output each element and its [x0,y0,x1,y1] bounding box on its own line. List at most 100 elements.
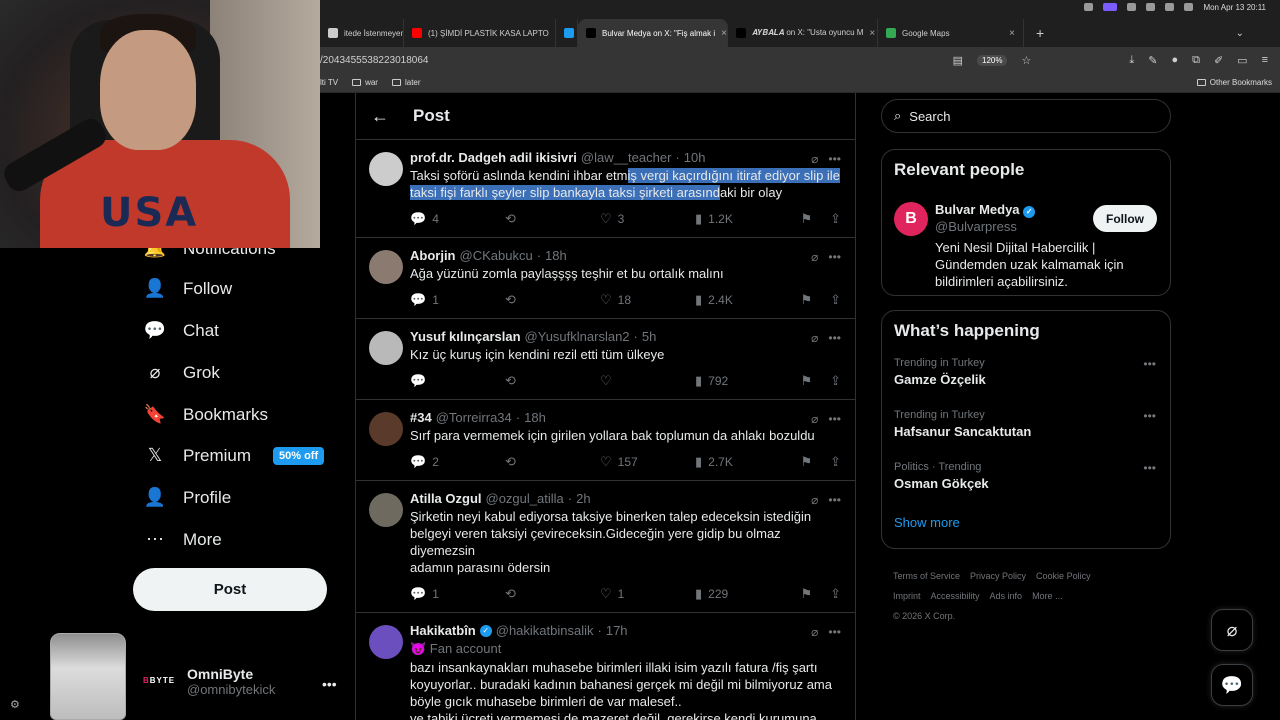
nav-premium[interactable]: 𝕏 Premium 50% off [143,445,325,466]
repost-button[interactable]: ⟲ [505,373,600,389]
reply-button[interactable]: 💬 [410,373,505,389]
avatar[interactable] [369,331,403,365]
tweet[interactable]: Atilla Ozgul @ozgul_atilla · 2h ⌀ ••• Şirketin… [356,481,855,613]
grok-icon[interactable]: ⌀ [811,250,818,264]
views-button[interactable]: ▮ 1.2K [695,211,790,227]
trend-more-icon[interactable]: ••• [1143,461,1156,475]
grok-icon[interactable]: ⌀ [811,412,818,426]
zoom-level[interactable]: 120% [977,54,1008,66]
trend-item[interactable]: Trending in Turkey Hafsanur Sancaktutan ••… [894,403,1158,455]
extension-b-icon[interactable]: ● [1171,54,1178,66]
repost-button[interactable]: ⟲ [505,586,600,602]
menubar-clock[interactable]: Mon Apr 13 20:11 [1203,3,1266,12]
relevant-handle[interactable]: @Bulvarpress [935,219,1017,234]
note-icon[interactable]: ▭ [1237,54,1247,67]
tweet[interactable]: #34 @Torreirra34 · 18h ⌀ ••• Sırf para vermeme… [356,400,855,481]
tweet-handle[interactable]: @hakikatbinsalik [496,623,594,638]
tweet-author[interactable]: prof.dr. Dadgeh adil ikisivri [410,150,577,165]
tweet-author[interactable]: Atilla Ozgul [410,491,482,506]
tweet-handle[interactable]: @ozgul_atilla [486,491,564,506]
nav-more[interactable]: ⋯ More [143,529,222,550]
menu-icon[interactable]: ≡ [1262,54,1268,66]
extensions-icon[interactable]: ⧉ [1192,54,1200,67]
volume-icon[interactable] [1146,3,1156,11]
bulvar-avatar[interactable]: B [894,202,928,236]
browser-tab[interactable]: tw [556,19,578,47]
wrench-icon[interactable]: ✎ [1148,54,1157,67]
trend-item[interactable]: Trending in Turkey Gamze Özçelik ••• [894,351,1158,403]
url-field[interactable]: /2043455538223018064 [320,55,953,66]
show-more-link[interactable]: Show more [894,515,1158,530]
bookmark-icon[interactable]: ⚑ [800,211,812,227]
more-icon[interactable]: ••• [828,625,841,639]
tweet-handle[interactable]: @Yusufklnarslan2 [525,329,630,344]
views-button[interactable]: ▮ 792 [695,373,790,389]
tweet[interactable]: Hakikatbîn ✓ @hakikatbinsalik · 17h ⌀ ••• 😈 Fan… [356,613,855,720]
like-button[interactable]: ♡ [600,373,695,389]
post-button[interactable]: Post [133,568,327,611]
like-button[interactable]: ♡ 3 [600,211,695,227]
avatar[interactable] [369,412,403,446]
grok-fab-icon[interactable]: ⌀ [1211,609,1253,651]
bookmark-item[interactable]: lti TV [320,78,338,87]
footer-link[interactable]: Imprint [893,591,921,601]
tweet-author[interactable]: Aborjin [410,248,456,263]
trend-more-icon[interactable]: ••• [1143,409,1156,423]
bookmark-icon[interactable]: ⚑ [800,373,812,389]
back-arrow-icon[interactable]: ← [371,106,389,127]
repost-button[interactable]: ⟲ [505,454,600,470]
bookmark-item[interactable]: later [391,78,421,87]
tweet[interactable]: Yusuf kılınçarslan @Yusufklnarslan2 · 5h ⌀ ••… [356,319,855,400]
new-tab-icon[interactable]: + [1024,25,1056,47]
bookmark-icon[interactable]: ⚑ [800,454,812,470]
tweet[interactable]: prof.dr. Dadgeh adil ikisivri @law__teach… [356,140,855,238]
tab-close-icon[interactable]: × [721,28,727,39]
wifi-icon[interactable] [1165,3,1175,11]
repost-button[interactable]: ⟲ [505,292,600,308]
share-icon[interactable]: ⇪ [830,211,841,227]
footer-link[interactable]: More ... [1032,591,1063,601]
account-switcher[interactable]: BBYTE OmniByte @omnibytekick [143,666,275,697]
nav-chat[interactable]: 💬 Chat [143,320,219,341]
footer-link[interactable]: Privacy Policy [970,571,1026,581]
nav-profile[interactable]: 👤 Profile [143,487,231,508]
nav-grok[interactable]: ⌀ Grok [143,362,220,383]
bookmark-item[interactable]: war [352,78,378,87]
gear-icon[interactable]: ⚙ [10,698,20,711]
tab-list-chevron-icon[interactable]: ⌄ [1200,28,1280,47]
more-icon[interactable]: ••• [828,331,841,345]
reply-button[interactable]: 💬 1 [410,586,505,602]
more-icon[interactable]: ••• [828,412,841,426]
more-icon[interactable]: ••• [828,152,841,166]
pen-icon[interactable]: ✐ [1214,54,1223,67]
reader-icon[interactable]: ▤ [953,54,963,67]
bookmark-icon[interactable]: ⚑ [800,586,812,602]
like-button[interactable]: ♡ 18 [600,292,695,308]
tweet-author[interactable]: #34 [410,410,432,425]
account-more-icon[interactable]: ••• [322,676,337,692]
repost-button[interactable]: ⟲ [505,211,600,227]
share-icon[interactable]: ⇪ [830,454,841,470]
views-button[interactable]: ▮ 2.4K [695,292,790,308]
browser-tab[interactable]: itede İstenmeyen× [320,19,404,47]
browser-tab[interactable]: Bulvar Medya on X: "Fiş almak i × [578,19,728,47]
tweet-time[interactable]: 2h [576,491,590,506]
nav-bookmarks[interactable]: 🔖 Bookmarks [143,404,268,425]
reply-button[interactable]: 💬 4 [410,211,505,227]
tweet-author[interactable]: Yusuf kılınçarslan [410,329,521,344]
other-bookmarks[interactable]: Other Bookmarks [1196,78,1280,87]
trend-more-icon[interactable]: ••• [1143,357,1156,371]
dropbox-icon[interactable] [1084,3,1094,11]
avatar[interactable] [369,625,403,659]
search-input[interactable]: ⌕ Search [881,99,1171,133]
grok-icon[interactable]: ⌀ [811,152,818,166]
avatar[interactable] [369,152,403,186]
more-icon[interactable]: ••• [828,493,841,507]
tweet-author[interactable]: Hakikatbîn [410,623,476,638]
share-icon[interactable]: ⇪ [830,292,841,308]
tweet-time[interactable]: 5h [642,329,656,344]
share-icon[interactable]: ⇪ [830,373,841,389]
tweet-handle[interactable]: @CKabukcu [460,248,533,263]
like-button[interactable]: ♡ 1 [600,586,695,602]
nav-follow[interactable]: 👤 Follow [143,278,232,299]
